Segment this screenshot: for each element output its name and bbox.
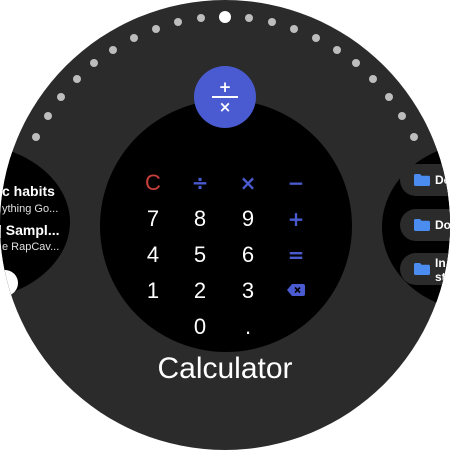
right-chip-3[interactable]: In st [400, 253, 450, 285]
equals-button[interactable]: = [276, 240, 316, 270]
page-dot [129, 34, 138, 43]
page-dot [267, 18, 276, 27]
page-dot [398, 112, 407, 121]
page-dot [43, 112, 52, 121]
page-dot [32, 133, 41, 142]
divide-button[interactable]: ÷ [180, 168, 220, 198]
folder-icon [414, 174, 430, 186]
watch-face: c habits ything Go... | Sampl... e RapCa… [0, 0, 450, 450]
left-tile-item2-subtitle: e RapCav... [2, 241, 60, 253]
right-chip-1-label: Do [435, 173, 450, 187]
page-dot [384, 92, 393, 101]
left-tile-item1-subtitle: ything Go... [2, 203, 59, 215]
page-dot [57, 92, 66, 101]
digit-0-button[interactable]: 0 [180, 312, 220, 342]
page-dot [312, 34, 321, 43]
digit-7-button[interactable]: 7 [133, 204, 173, 234]
digit-9-button[interactable]: 9 [228, 204, 268, 234]
page-dot [151, 24, 160, 33]
page-dot [290, 24, 299, 33]
page-dot [90, 59, 99, 68]
page-dot-active [219, 11, 231, 23]
folder-icon [414, 219, 430, 231]
page-dot [369, 75, 378, 84]
right-chip-3-line1: In [435, 256, 446, 270]
calculator-app-icon: + × [194, 66, 256, 128]
multiply-button[interactable]: × [228, 168, 268, 198]
app-title: Calculator [157, 352, 293, 385]
digit-2-button[interactable]: 2 [180, 276, 220, 306]
right-chip-2-label: Do [435, 218, 450, 232]
badge-plus: + [218, 78, 232, 96]
page-dot [197, 14, 206, 23]
digit-5-button[interactable]: 5 [180, 240, 220, 270]
decimal-button[interactable]: . [228, 312, 268, 342]
left-tile-item1-title: c habits [2, 183, 55, 199]
page-dot [351, 59, 360, 68]
plus-button[interactable]: + [276, 204, 316, 234]
digit-4-button[interactable]: 4 [133, 240, 173, 270]
digit-6-button[interactable]: 6 [228, 240, 268, 270]
page-dot [72, 75, 81, 84]
page-dot [332, 45, 341, 54]
digit-8-button[interactable]: 8 [180, 204, 220, 234]
page-dot [174, 18, 183, 27]
clear-button[interactable]: C [133, 168, 173, 198]
right-chip-1[interactable]: Do [400, 164, 450, 196]
page-dot [409, 133, 418, 142]
right-chip-3-line2: st [435, 270, 446, 284]
folder-icon [414, 263, 430, 275]
right-chip-2[interactable]: Do [400, 209, 450, 241]
minus-button[interactable]: − [276, 168, 316, 198]
badge-times: × [218, 98, 232, 116]
digit-1-button[interactable]: 1 [133, 276, 173, 306]
right-chip-3-label: In st [435, 256, 446, 284]
backspace-icon[interactable] [287, 284, 305, 296]
left-tile-item2-title: | Sampl... [0, 222, 60, 238]
page-dot [244, 14, 253, 23]
page-dot [109, 45, 118, 54]
digit-3-button[interactable]: 3 [228, 276, 268, 306]
